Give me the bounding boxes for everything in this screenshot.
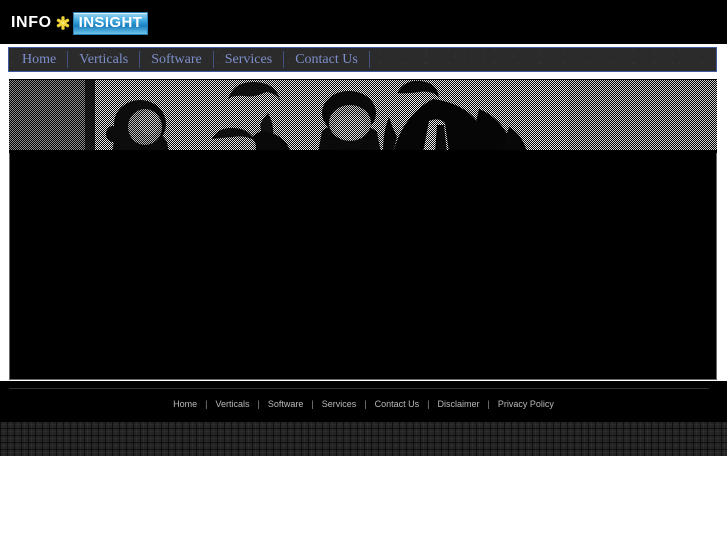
page-root: INFO INSIGHT Home Verticals Software Ser… (0, 0, 727, 545)
main-content-panel (9, 153, 717, 380)
logo-text-info: INFO (11, 14, 52, 31)
nav-item-services[interactable]: Services (214, 48, 283, 71)
nav-separator (368, 51, 370, 68)
hero-banner-image (9, 79, 717, 153)
footer-link-privacy-policy[interactable]: Privacy Policy (490, 398, 562, 410)
page-whitespace (0, 456, 727, 545)
footer-link-home[interactable]: Home (165, 398, 205, 410)
star-asterisk-icon (55, 13, 71, 33)
footer-texture-top-edge (0, 421, 727, 422)
footer-link-contact-us[interactable]: Contact Us (367, 398, 428, 410)
site-logo[interactable]: INFO INSIGHT (11, 11, 149, 35)
footer-link-verticals[interactable]: Verticals (208, 398, 258, 410)
nav-item-verticals[interactable]: Verticals (68, 48, 139, 71)
main-navigation: Home Verticals Software Services Contact… (8, 47, 717, 72)
footer-divider (9, 388, 709, 389)
nav-item-home[interactable]: Home (9, 48, 67, 71)
site-header: INFO INSIGHT (0, 0, 727, 44)
footer-link-software[interactable]: Software (260, 398, 312, 410)
logo-text-insight: INSIGHT (72, 11, 149, 35)
footer-navigation: Home | Verticals | Software | Services |… (0, 398, 727, 410)
footer-link-services[interactable]: Services (314, 398, 365, 410)
nav-item-contact-us[interactable]: Contact Us (284, 48, 369, 71)
footer-texture-band (0, 421, 727, 456)
footer-link-disclaimer[interactable]: Disclaimer (429, 398, 487, 410)
nav-item-software[interactable]: Software (140, 48, 213, 71)
